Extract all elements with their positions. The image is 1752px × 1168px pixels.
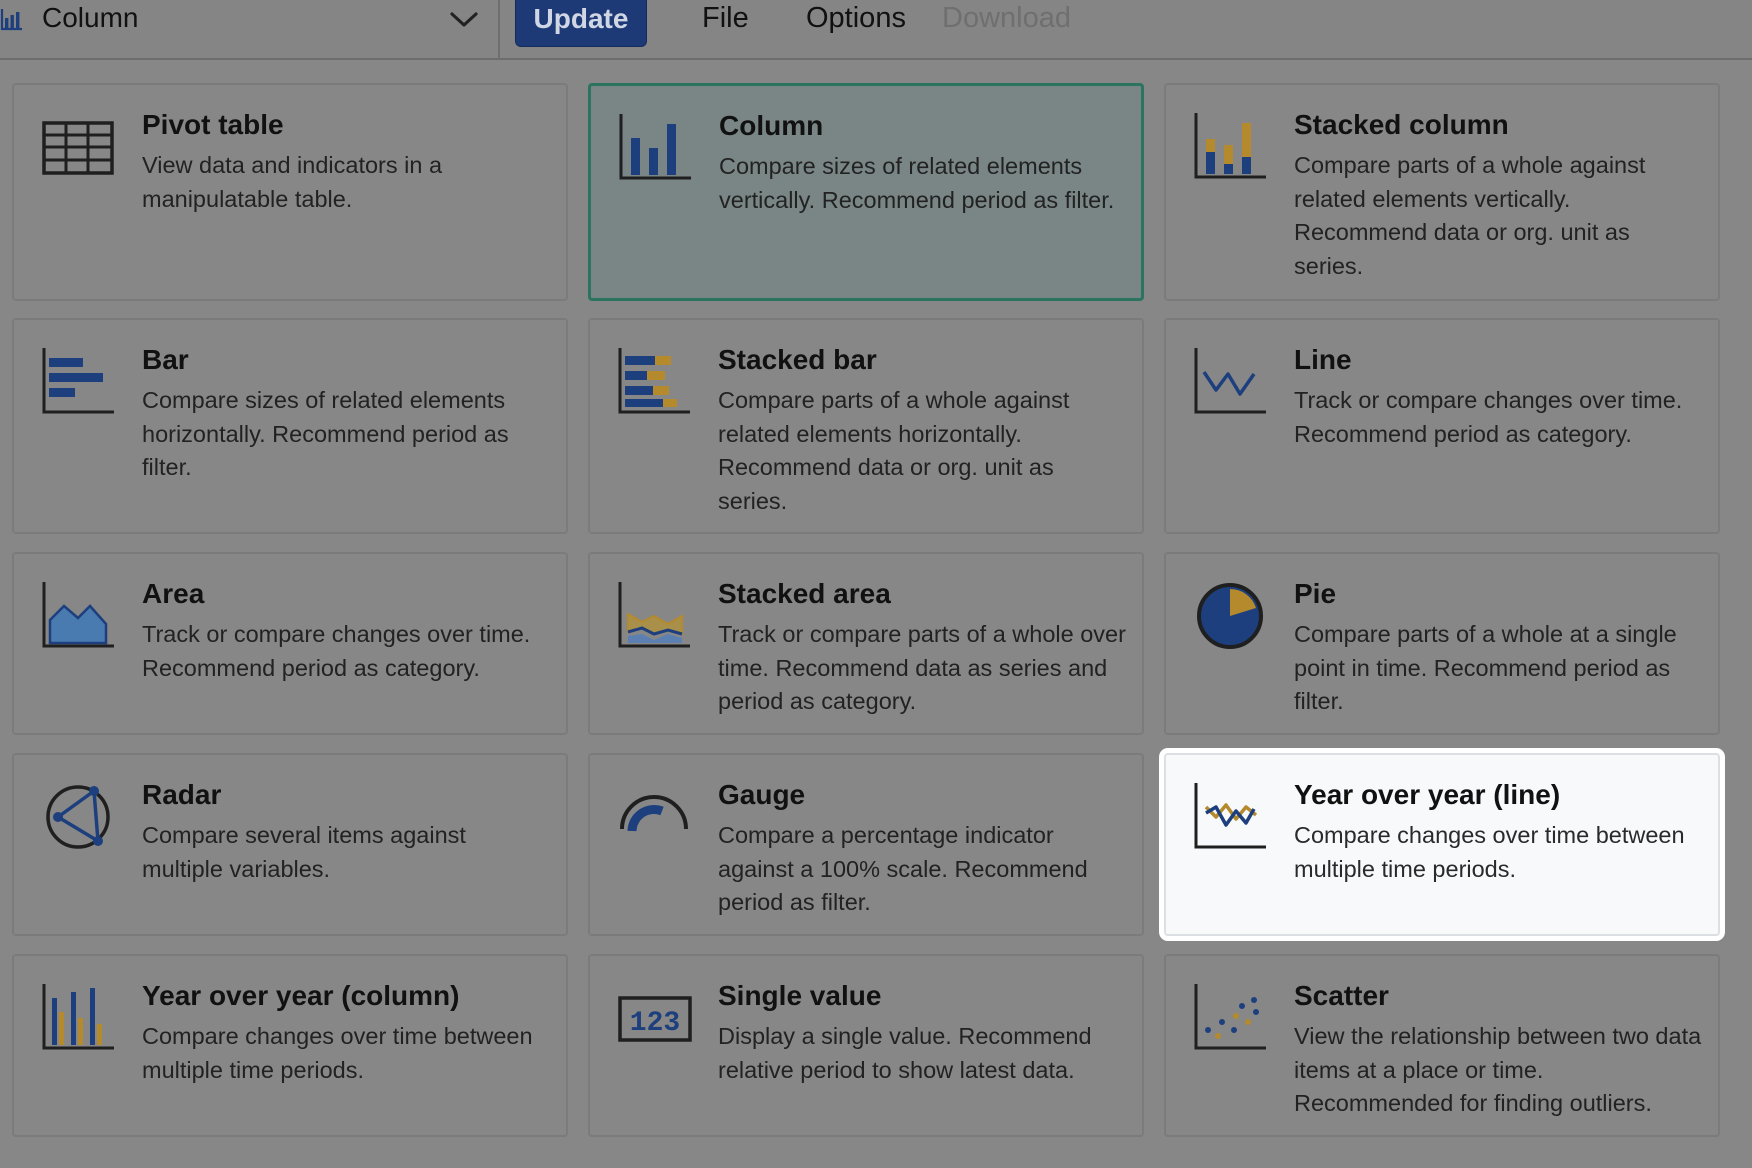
vis-type-card-stacked-area[interactable]: Stacked area Track or compare parts of a … xyxy=(588,552,1144,735)
vis-type-description: Display a single value. Recommend relati… xyxy=(718,1023,1092,1083)
vis-type-card-column[interactable]: Column Compare sizes of related elements … xyxy=(588,83,1144,301)
vis-type-card-bar[interactable]: Bar Compare sizes of related elements hor… xyxy=(12,318,568,534)
vis-type-title: Radar xyxy=(142,779,222,810)
radar-chart-icon xyxy=(46,785,110,849)
vis-type-title: Stacked bar xyxy=(718,344,877,375)
gauge-icon xyxy=(620,795,688,832)
vis-type-card-pivot-table[interactable]: Pivot table View data and indicators in a… xyxy=(12,83,568,301)
vis-type-description: Track or compare changes over time. Reco… xyxy=(1294,387,1683,447)
vis-type-description: Compare changes over time between multip… xyxy=(1294,822,1685,882)
stacked-bar-icon xyxy=(618,348,690,414)
vis-type-description: Compare a percentage indicator against a… xyxy=(718,822,1088,915)
year-over-year-column-icon xyxy=(42,984,114,1050)
vis-type-card-year-over-year-column[interactable]: Year over year (column) Compare changes o… xyxy=(12,954,568,1137)
vis-type-description: Compare parts of a whole against related… xyxy=(1294,152,1646,279)
visualization-toolbar: Column Update File Options Download xyxy=(0,0,1752,60)
vis-type-card-stacked-column[interactable]: Stacked column Compare parts of a whole a… xyxy=(1164,83,1720,301)
vis-type-title: Single value xyxy=(718,980,882,1011)
vis-type-card-area[interactable]: Area Track or compare changes over time. … xyxy=(12,552,568,735)
single-value-icon-text: 123 xyxy=(630,1008,680,1039)
vis-type-title: Pivot table xyxy=(142,109,284,140)
options-menu[interactable]: Options xyxy=(806,2,906,35)
vis-type-title: Area xyxy=(142,578,205,609)
vis-type-title: Year over year (column) xyxy=(142,980,460,1011)
vis-type-card-scatter[interactable]: Scatter View the relationship between two… xyxy=(1164,954,1720,1137)
vis-type-title: Pie xyxy=(1294,578,1337,609)
vis-type-description: Compare sizes of related elements vertic… xyxy=(719,153,1115,213)
vis-type-title: Column xyxy=(719,110,824,141)
pivot-table-icon xyxy=(42,121,114,175)
column-chart-icon xyxy=(619,114,691,180)
stacked-area-icon xyxy=(618,582,690,648)
chevron-down-icon xyxy=(450,12,478,27)
vis-type-title: Year over year (line) xyxy=(1294,779,1561,810)
vis-type-description: Compare several items against multiple v… xyxy=(142,822,466,882)
pie-chart-icon xyxy=(1197,583,1263,649)
vis-type-title: Stacked area xyxy=(718,578,891,609)
vis-type-description: Compare sizes of related elements horizo… xyxy=(142,387,509,480)
scatter-chart-icon xyxy=(1194,984,1266,1050)
vis-type-title: Gauge xyxy=(718,779,806,810)
vis-type-description: Compare parts of a whole against related… xyxy=(718,387,1070,514)
vis-type-card-radar[interactable]: Radar Compare several items against multi… xyxy=(12,753,568,936)
vis-type-title: Line xyxy=(1294,344,1352,375)
vis-type-card-single-value[interactable]: 123 Single value Display a single value. R… xyxy=(588,954,1144,1137)
vis-type-card-stacked-bar[interactable]: Stacked bar Compare parts of a whole agai… xyxy=(588,318,1144,534)
visualization-type-select[interactable]: Column xyxy=(0,0,500,58)
vis-type-description: View data and indicators in a manipulata… xyxy=(142,152,443,212)
vis-type-card-line[interactable]: Line Track or compare changes over time. … xyxy=(1164,318,1720,534)
single-value-icon: 123 xyxy=(618,996,692,1042)
selected-type-label: Column xyxy=(42,2,139,33)
area-chart-icon xyxy=(42,582,114,648)
vis-type-card-year-over-year-line[interactable]: Year over year (line) Compare changes ove… xyxy=(1164,753,1720,936)
vis-type-description: Track or compare parts of a whole over t… xyxy=(718,621,1126,714)
download-menu: Download xyxy=(942,2,1071,34)
vis-type-card-pie[interactable]: Pie Compare parts of a whole at a single … xyxy=(1164,552,1720,735)
stacked-column-icon xyxy=(1194,113,1266,179)
vis-type-card-gauge[interactable]: Gauge Compare a percentage indicator agai… xyxy=(588,753,1144,936)
vis-type-description: Compare changes over time between multip… xyxy=(142,1023,533,1083)
vis-type-title: Bar xyxy=(142,344,189,375)
bar-chart-icon xyxy=(42,348,114,414)
vis-type-title: Scatter xyxy=(1294,980,1389,1011)
year-over-year-line-icon xyxy=(1194,783,1266,849)
vis-type-description: View the relationship between two data i… xyxy=(1294,1023,1702,1116)
line-chart-icon xyxy=(1194,348,1266,414)
column-chart-icon xyxy=(0,9,22,31)
update-button[interactable]: Update xyxy=(515,0,647,47)
vis-type-description: Compare parts of a whole at a single poi… xyxy=(1294,621,1677,714)
file-menu[interactable]: File xyxy=(702,2,749,35)
vis-type-title: Stacked column xyxy=(1294,109,1509,140)
vis-type-description: Track or compare changes over time. Reco… xyxy=(142,621,531,681)
